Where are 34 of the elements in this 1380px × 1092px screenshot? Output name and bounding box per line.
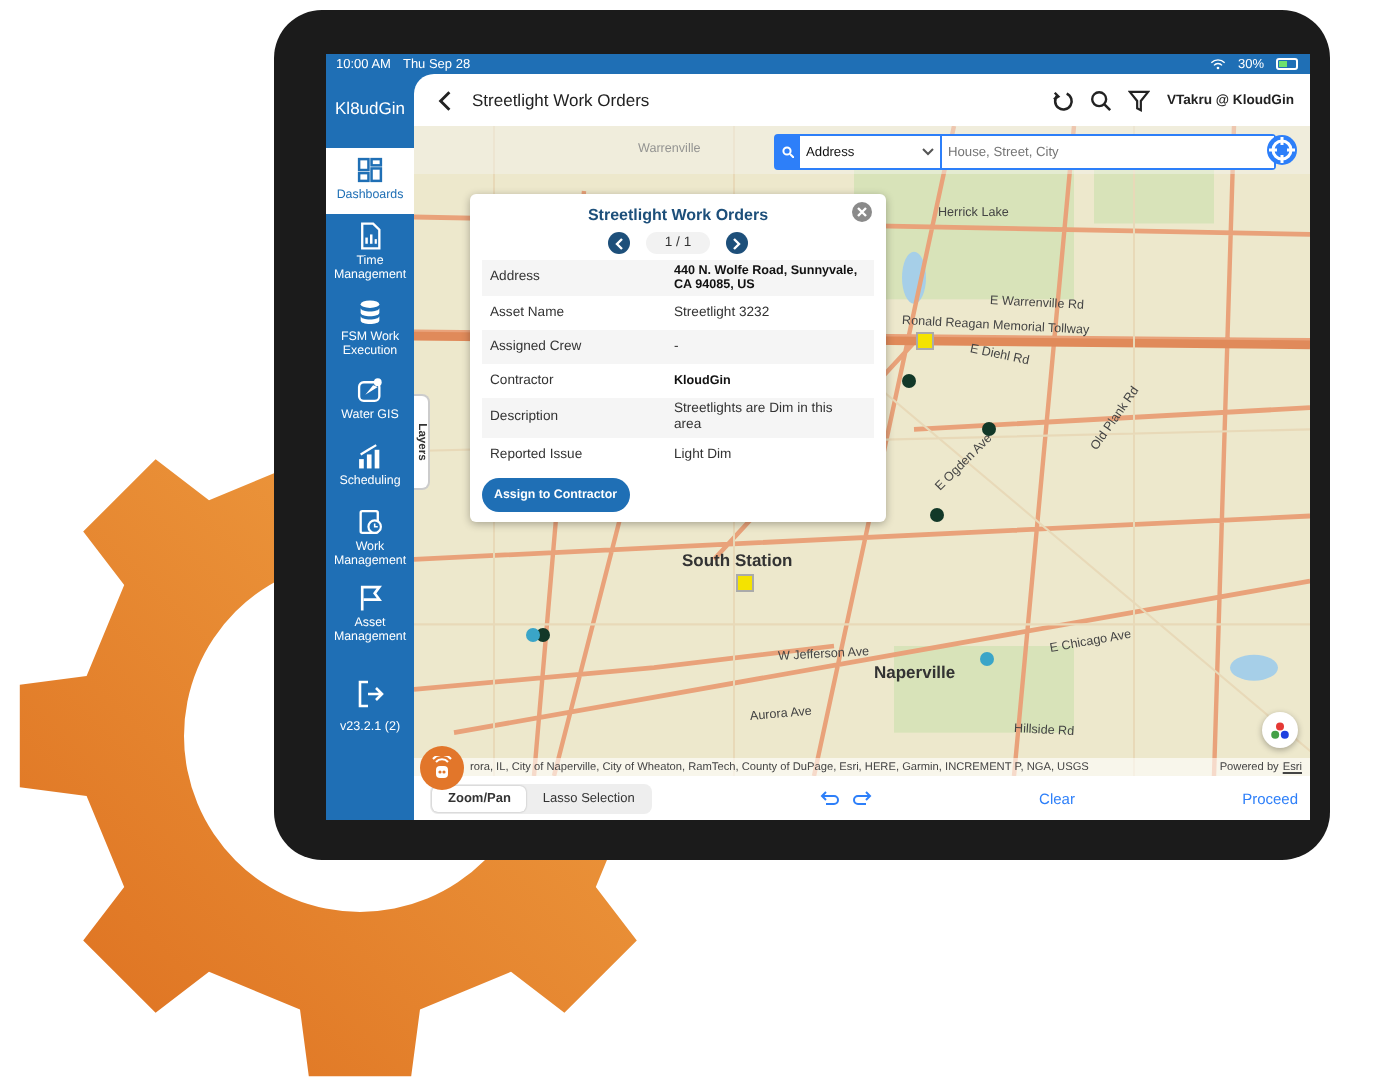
bar-chart-icon [356, 441, 384, 469]
document-chart-icon [356, 222, 384, 250]
logout-icon[interactable] [356, 680, 384, 708]
robot-icon [430, 756, 454, 780]
previous-button[interactable] [608, 232, 631, 254]
map-label: Naperville [874, 662, 956, 682]
chevron-left-icon [614, 237, 625, 249]
crosshair-icon[interactable] [1266, 134, 1298, 166]
square-marker[interactable] [736, 574, 754, 592]
page-title: Streetlight Work Orders [472, 90, 650, 110]
clipboard-clock-icon [356, 507, 384, 535]
wifi-icon [1209, 58, 1226, 70]
close-icon[interactable] [852, 202, 872, 222]
search-button[interactable] [776, 136, 800, 168]
flag-icon [356, 583, 384, 612]
back-icon[interactable] [434, 89, 456, 111]
search-icon [782, 146, 794, 158]
color-dots-icon [1270, 721, 1290, 739]
dot-marker[interactable] [526, 628, 540, 642]
next-button[interactable] [725, 232, 748, 254]
map-label: South Station [682, 550, 793, 570]
popup-title: Streetlight Work Orders [585, 204, 771, 228]
refresh-icon[interactable] [1052, 89, 1075, 111]
filter-icon[interactable] [1128, 89, 1151, 111]
chevron-right-icon [731, 237, 742, 249]
app-logo: Kl8udGin [333, 96, 407, 122]
dashboard-icon [356, 156, 384, 184]
search-icon[interactable] [1090, 89, 1113, 111]
database-icon [356, 298, 384, 327]
battery-icon [1276, 58, 1300, 70]
square-marker[interactable] [916, 332, 934, 350]
chevron-down-icon [922, 148, 934, 156]
redo-icon[interactable] [851, 790, 872, 806]
undo-icon[interactable] [819, 790, 840, 806]
